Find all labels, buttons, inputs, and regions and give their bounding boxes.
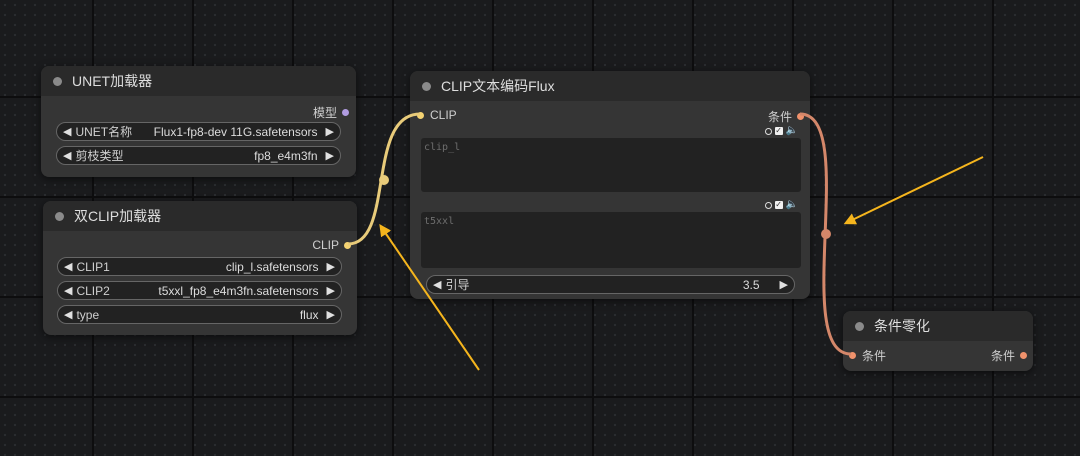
- conditioning-wire-midpoint[interactable]: [821, 229, 831, 239]
- clip-wire-midpoint[interactable]: [379, 175, 389, 185]
- annotation-arrow-left: [379, 224, 480, 371]
- annotation-arrow-right: [843, 156, 984, 225]
- connections-overlay: [347, 112, 984, 371]
